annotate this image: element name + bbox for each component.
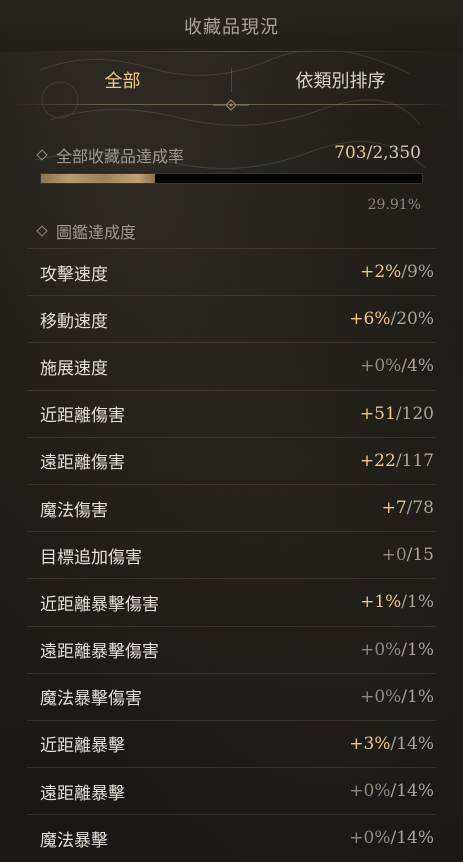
stat-bonus: +7 (381, 498, 407, 519)
overall-max: 2,350 (372, 143, 421, 163)
stat-cap: /4% (401, 356, 434, 377)
stat-row: 魔法暴擊傷害 +0%/1% (27, 672, 436, 720)
stat-bonus: +0% (360, 639, 402, 660)
stat-value: +0%/1% (360, 687, 434, 707)
tab-bar: 全部 依類別排序 (14, 56, 449, 104)
diamond-bullet-icon (36, 225, 48, 237)
stat-cap: /1% (401, 592, 434, 613)
stat-label: 遠距離傷害 (40, 453, 125, 474)
stat-row: 目標追加傷害 +0/15 (27, 531, 436, 578)
stat-label: 近距離傷害 (40, 406, 125, 427)
window-title: 收藏品現況 (184, 17, 279, 38)
stat-bonus: +0% (360, 686, 402, 707)
stat-row: 遠距離暴擊 +0%/14% (27, 767, 436, 814)
stat-value: +22/117 (360, 451, 434, 471)
stat-cap: /120 (395, 403, 434, 424)
stat-label: 魔法傷害 (40, 500, 108, 521)
stat-label: 近距離暴擊傷害 (40, 594, 159, 615)
stat-label: 移動速度 (40, 311, 108, 332)
stat-label: 魔法暴擊 (40, 830, 108, 851)
overall-progress-bar (40, 173, 423, 184)
codex-completion-label: 圖鑑達成度 (56, 223, 137, 242)
stat-cap: /15 (406, 545, 434, 566)
window-title-bar: 收藏品現況 (0, 0, 463, 52)
overall-progress-fill (41, 174, 155, 183)
stat-cap: /14% (390, 781, 434, 802)
stat-label: 施展速度 (40, 358, 108, 379)
stat-cap: /14% (390, 828, 434, 849)
stat-bonus: +22 (359, 450, 396, 471)
stat-row: 近距離暴擊 +3%/14% (27, 719, 436, 767)
diamond-bullet-icon (36, 149, 48, 161)
tab-by-category[interactable]: 依類別排序 (232, 56, 449, 104)
overall-completion-label: 全部收藏品達成率 (56, 147, 185, 166)
stat-bonus: +2% (360, 262, 402, 283)
overall-percent: 29.91% (367, 197, 421, 213)
stat-value: +51/120 (360, 404, 434, 424)
stat-label: 魔法暴擊傷害 (40, 689, 142, 710)
stat-bonus: +6% (349, 309, 391, 330)
collection-status-panel: 收藏品現況 全部 依類別排序 全部收藏品達成率 703/2,350 29.91%… (0, 0, 463, 862)
overall-current: 703 (334, 143, 367, 163)
stat-value: +7/78 (382, 498, 434, 518)
stat-cap: /1% (401, 639, 434, 660)
stat-cap: /78 (406, 498, 434, 519)
stat-bonus: +1% (360, 592, 402, 613)
stat-label: 攻擊速度 (40, 264, 108, 285)
stat-cap: /1% (401, 686, 434, 707)
stat-value: +2%/9% (360, 262, 434, 282)
stat-label: 遠距離暴擊傷害 (40, 642, 159, 663)
stat-label: 目標追加傷害 (40, 547, 142, 568)
stat-row: 攻擊速度 +2%/9% (27, 248, 436, 295)
stat-bonus: +0% (349, 828, 391, 849)
stat-label: 近距離暴擊 (40, 736, 125, 757)
overall-completion-heading: 全部收藏品達成率 (36, 143, 185, 167)
tab-all-label: 全部 (104, 71, 141, 92)
stat-bonus: +3% (349, 733, 391, 754)
stat-bonus: +51 (359, 403, 396, 424)
stat-cap: /20% (390, 309, 434, 330)
stat-row: 魔法暴擊 +0%/14% (27, 814, 436, 861)
stat-cap: /9% (401, 262, 434, 283)
stat-cap: /14% (390, 733, 434, 754)
stat-row: 遠距離傷害 +22/117 (27, 436, 436, 484)
stat-list: 攻擊速度 +2%/9% 移動速度 +6%/20% 施展速度 +0%/4% 近距離傷害 +51/… (27, 248, 436, 861)
stat-row: 近距離暴擊傷害 +1%/1% (27, 578, 436, 625)
stat-value: +1%/1% (360, 592, 434, 612)
stat-value: +0%/1% (360, 640, 434, 660)
stat-value: +0%/4% (360, 356, 434, 376)
stat-row: 移動速度 +6%/20% (27, 295, 436, 342)
stat-value: +3%/14% (349, 734, 434, 754)
tab-all[interactable]: 全部 (14, 56, 231, 104)
stat-row: 遠距離暴擊傷害 +0%/1% (27, 625, 436, 673)
codex-completion-heading: 圖鑑達成度 (36, 219, 137, 243)
stat-row: 施展速度 +0%/4% (27, 342, 436, 389)
stat-bonus: +0 (381, 545, 407, 566)
stat-row: 魔法傷害 +7/78 (27, 483, 436, 531)
stat-row: 近距離傷害 +51/120 (27, 389, 436, 437)
stat-value: +0/15 (382, 545, 434, 565)
stat-cap: /117 (395, 450, 434, 471)
stat-value: +0%/14% (349, 781, 434, 801)
tab-by-category-label: 依類別排序 (295, 71, 386, 92)
stat-bonus: +0% (349, 781, 391, 802)
overall-completion-value: 703/2,350 (334, 143, 421, 163)
ornament-icon (213, 99, 249, 111)
stat-value: +6%/20% (349, 309, 434, 329)
stat-label: 遠距離暴擊 (40, 783, 125, 804)
stat-value: +0%/14% (349, 828, 434, 848)
stat-bonus: +0% (360, 356, 402, 377)
